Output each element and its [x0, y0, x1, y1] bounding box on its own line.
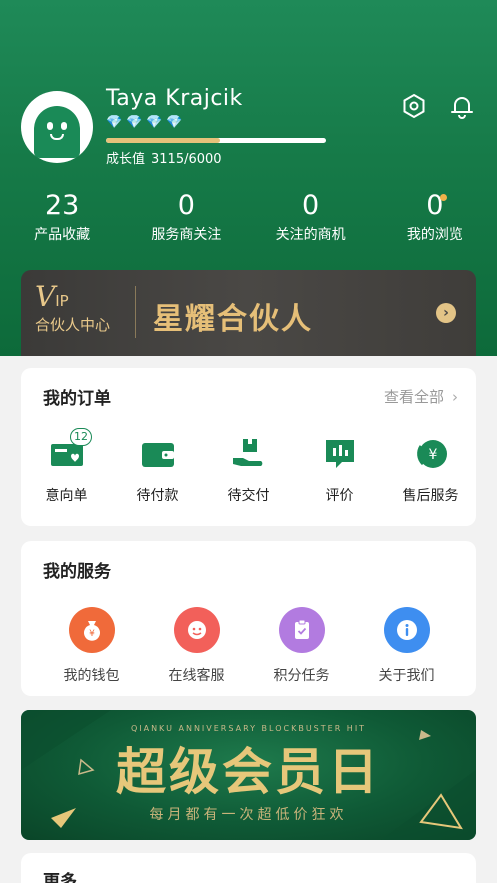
stat-label: 关注的商机 [275, 227, 346, 243]
stat-product-favorites[interactable]: 23 产品收藏 [0, 190, 124, 244]
growth-progress-fill [106, 138, 221, 143]
vip-logo-v: V [35, 280, 56, 313]
order-pending-payment[interactable]: 待付款 [112, 436, 203, 505]
order-label: 评价 [325, 488, 354, 504]
section-title: 我的服务 [43, 562, 111, 582]
stat-followed-opportunities[interactable]: 0 关注的商机 [249, 190, 373, 244]
more-card: 更多 [21, 853, 476, 883]
service-about-us[interactable]: 关于我们 [354, 607, 459, 685]
new-indicator-dot [439, 194, 447, 201]
wallet-icon [141, 443, 174, 467]
bell-icon[interactable] [448, 92, 476, 120]
username: Taya Krajcik [106, 86, 243, 111]
comment-icon [325, 440, 354, 468]
banner-title: 超级会员日 [116, 743, 381, 801]
stats-row: 23 产品收藏 0 服务商关注 0 关注的商机 0 我的浏览 [0, 190, 497, 244]
money-bag-icon: ¥ [68, 607, 115, 653]
vip-partner-card[interactable]: VIP 合伙人中心 星耀合伙人 › [21, 270, 476, 356]
growth-label: 成长值 [106, 152, 146, 167]
diamond-icon: 💎 [126, 115, 143, 130]
stat-label: 服务商关注 [151, 227, 222, 243]
service-points-tasks[interactable]: 积分任务 [249, 607, 354, 685]
stat-number: 0 [302, 190, 320, 221]
growth-value: 3115/6000 [151, 152, 222, 167]
ghost-avatar-icon [34, 106, 80, 158]
svg-text:¥: ¥ [89, 629, 95, 639]
service-wallet[interactable]: ¥ 我的钱包 [39, 607, 144, 685]
stat-label: 产品收藏 [34, 227, 91, 243]
chevron-right-icon[interactable]: › [436, 303, 456, 323]
vip-logo: VIP 合伙人中心 [35, 282, 110, 335]
my-orders-card: 我的订单 查看全部 › 12 意向单 待付款 待交付 评价 ¥ 售后服务 [21, 368, 476, 526]
vip-center-label: 合伙人中心 [35, 316, 111, 334]
diamond-icon: 💎 [146, 115, 163, 130]
stat-provider-follows[interactable]: 0 服务商关注 [124, 190, 248, 244]
divider [135, 286, 136, 338]
order-label: 意向单 [45, 488, 88, 504]
chevron-right-icon: › [452, 388, 458, 406]
see-all-label: 查看全部 [383, 388, 444, 406]
settings-icon[interactable] [400, 92, 428, 120]
order-label: 售后服务 [402, 488, 459, 504]
diamond-icon: 💎 [166, 115, 183, 130]
my-services-card: 我的服务 ¥ 我的钱包 在线客服 积分任务 关于我们 [21, 541, 476, 696]
service-label: 关于我们 [378, 668, 435, 684]
diamond-level: 💎 💎 💎 💎 [106, 116, 182, 130]
banner-subtitle: 每月都有一次超低价狂欢 [149, 807, 348, 823]
customer-service-icon [173, 607, 220, 653]
task-clipboard-icon [278, 607, 325, 653]
growth-text: 成长值 3115/6000 [106, 148, 228, 167]
order-count-badge: 12 [70, 428, 92, 446]
order-label: 待付款 [136, 488, 179, 504]
service-customer-support[interactable]: 在线客服 [144, 607, 249, 685]
order-pending-delivery[interactable]: 待交付 [203, 436, 294, 505]
growth-progress-bar [106, 138, 326, 143]
vip-logo-ip: IP [55, 292, 69, 310]
stat-number: 23 [44, 190, 80, 221]
stat-number: 0 [426, 190, 444, 221]
info-icon [383, 607, 430, 653]
stat-number: 0 [177, 190, 195, 221]
service-label: 在线客服 [168, 668, 225, 684]
service-label: 积分任务 [273, 668, 330, 684]
order-intent[interactable]: 12 意向单 [21, 428, 112, 505]
stat-my-browsing[interactable]: 0 我的浏览 [373, 190, 497, 244]
order-label: 待交付 [227, 488, 270, 504]
order-after-sales[interactable]: ¥ 售后服务 [385, 436, 476, 505]
svg-text:¥: ¥ [428, 447, 437, 463]
stat-label: 我的浏览 [406, 227, 463, 243]
section-title: 更多 [43, 872, 77, 883]
avatar[interactable] [21, 91, 93, 163]
after-sales-icon: ¥ [416, 440, 447, 468]
delivery-icon [232, 439, 262, 466]
vip-title: 星耀合伙人 [153, 302, 313, 337]
diamond-icon: 💎 [106, 115, 123, 130]
see-all-link[interactable]: 查看全部 › [384, 386, 458, 407]
order-review[interactable]: 评价 [294, 436, 385, 505]
service-label: 我的钱包 [63, 668, 120, 684]
section-title: 我的订单 [43, 389, 111, 409]
super-member-day-banner[interactable]: QIANKU ANNIVERSARY BLOCKBUSTER HIT 超级会员日… [21, 710, 476, 840]
